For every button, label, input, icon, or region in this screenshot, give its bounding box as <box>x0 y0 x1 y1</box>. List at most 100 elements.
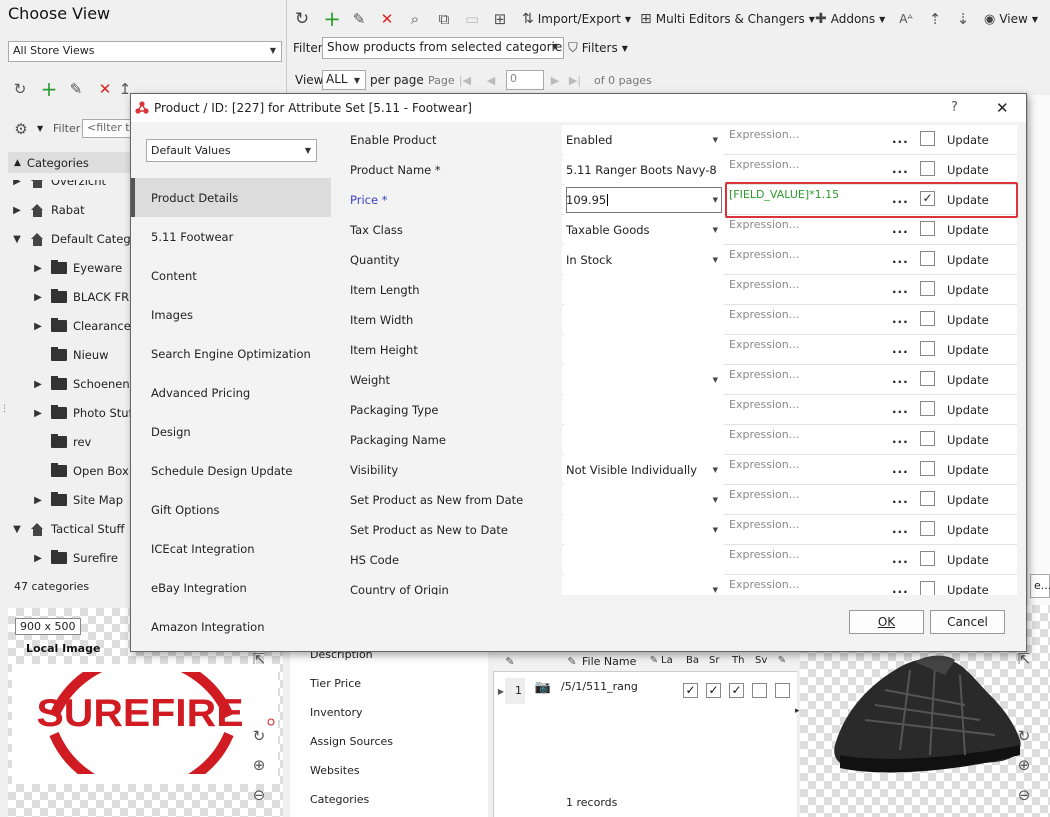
sort-az-icon[interactable]: Aᴬ <box>896 10 916 28</box>
product-filter-select[interactable]: Show products from selected categories ▼ <box>322 37 564 59</box>
image-role-checkbox[interactable]: ✓ <box>729 683 744 698</box>
image-role-header[interactable]: Ba <box>686 655 699 666</box>
expression-input[interactable]: Expression... <box>729 368 879 384</box>
next-page-icon[interactable]: ▶ <box>548 72 562 88</box>
store-view-select[interactable]: All Store Views ▼ <box>8 41 282 62</box>
attribute-value[interactable]: In Stock ▼ <box>564 245 724 275</box>
rotate-icon[interactable]: ↻ <box>1015 727 1033 745</box>
zoom-in-icon[interactable]: ⊕ <box>1015 756 1033 774</box>
expression-input[interactable]: Expression... <box>729 158 879 174</box>
expression-builder-button[interactable]: ... <box>892 252 909 266</box>
expression-input[interactable]: Expression... <box>729 428 879 444</box>
tree-item[interactable]: ▶ Overzicht <box>10 180 106 192</box>
prev-page-icon[interactable]: ◀ <box>484 72 498 88</box>
update-checkbox[interactable] <box>920 341 935 356</box>
nav-item[interactable]: Design <box>131 412 331 451</box>
expand-icon[interactable]: ▶ <box>10 180 24 187</box>
expand-icon[interactable]: ▶ <box>31 553 45 564</box>
tree-item[interactable]: ▶ Photo Stuff <box>31 402 132 424</box>
image-role-header[interactable]: La <box>661 655 673 666</box>
expression-builder-button[interactable]: ... <box>892 312 909 326</box>
chevron-down-icon[interactable]: ▼ <box>713 256 718 264</box>
add-icon[interactable]: + <box>40 79 58 99</box>
right-edge-button[interactable]: e... <box>1030 574 1050 598</box>
settings-icon[interactable]: ⚙ <box>12 120 30 138</box>
tree-item[interactable]: ▼ Tactical Stuff <box>10 518 124 540</box>
attribute-value[interactable] <box>564 305 724 335</box>
update-checkbox[interactable] <box>920 311 935 326</box>
expand-icon[interactable]: ▶ <box>10 205 24 216</box>
nav-item[interactable]: eBay Integration <box>131 568 331 607</box>
expand-icon[interactable]: ▶ <box>31 495 45 506</box>
chevron-down-icon[interactable]: ▼ <box>713 196 718 204</box>
edit-icon[interactable]: ✎ <box>349 10 369 28</box>
expression-builder-button[interactable]: ... <box>892 372 909 386</box>
delete-icon[interactable]: ✕ <box>377 10 397 28</box>
update-checkbox[interactable] <box>920 161 935 176</box>
attribute-value[interactable]: Taxable Goods ▼ <box>564 215 724 245</box>
tree-item[interactable]: ▶ Rabat <box>10 199 85 221</box>
attribute-value[interactable]: Enabled ▼ <box>564 125 724 155</box>
expression-input[interactable]: Expression... <box>729 308 879 324</box>
chevron-down-icon[interactable]: ▼ <box>713 466 718 474</box>
attribute-value[interactable] <box>564 395 724 425</box>
image-role-header[interactable]: Sr <box>709 655 719 666</box>
tree-item[interactable]: ▶ Site Map <box>31 489 123 511</box>
attribute-value[interactable]: ▼ <box>564 575 724 595</box>
collapse-icon[interactable]: ▼ <box>10 524 24 535</box>
first-page-icon[interactable]: |◀ <box>458 72 472 88</box>
update-checkbox[interactable] <box>920 581 935 595</box>
image-role-checkbox[interactable] <box>775 683 790 698</box>
last-page-icon[interactable]: ▶| <box>568 72 582 88</box>
expression-input[interactable]: Expression... <box>729 278 879 294</box>
expression-input[interactable]: Expression... <box>729 128 879 144</box>
import-export-menu[interactable]: ⇅ Import/Export ▼ <box>522 10 631 28</box>
open-external-icon[interactable]: ⇱ <box>1015 650 1033 668</box>
zoom-out-icon[interactable]: ⊖ <box>1015 786 1033 804</box>
filters-menu[interactable]: ⛉ Filters ▼ <box>568 39 628 57</box>
expression-input[interactable]: Expression... <box>729 218 879 234</box>
attribute-value[interactable]: ▼ <box>564 515 724 545</box>
expression-input[interactable]: Expression... <box>729 548 879 564</box>
zoom-out-icon[interactable]: ⊖ <box>250 786 268 804</box>
attribute-value[interactable]: ▼ <box>564 365 724 395</box>
chevron-down-icon[interactable]: ▼ <box>37 124 43 133</box>
tree-item[interactable]: ▶ Eyeware <box>31 257 122 279</box>
chevron-down-icon[interactable]: ▼ <box>713 226 718 234</box>
collapse-icon[interactable]: ▼ <box>10 234 24 245</box>
expression-builder-button[interactable]: ... <box>892 432 909 446</box>
store-view-values-select[interactable]: Default Values ▼ <box>146 139 317 162</box>
refresh-icon[interactable]: ↻ <box>292 10 312 28</box>
expression-builder-button[interactable]: ... <box>892 522 909 536</box>
tree-item[interactable]: ▶ BLACK FRID <box>31 286 132 308</box>
attribute-value[interactable]: Not Visible Individually ▼ <box>564 455 724 485</box>
nav-item[interactable]: Images <box>131 295 331 334</box>
cancel-button[interactable]: Cancel <box>930 610 1005 634</box>
update-checkbox[interactable] <box>920 491 935 506</box>
nav-item[interactable]: Amazon Integration <box>131 607 331 646</box>
expression-input[interactable]: Expression... <box>729 518 879 534</box>
tree-item[interactable]: ▼ Default Catego <box>10 228 132 250</box>
add-icon[interactable]: + <box>322 8 342 29</box>
image-role-checkbox[interactable]: ✓ <box>683 683 698 698</box>
expression-input[interactable]: Expression... <box>729 338 879 354</box>
tree-item[interactable]: Nieuw <box>31 344 109 366</box>
chevron-down-icon[interactable]: ▼ <box>713 526 718 534</box>
columns-icon[interactable]: ⊞ <box>490 10 510 28</box>
nav-item[interactable]: Advanced Pricing <box>131 373 331 412</box>
expression-builder-button[interactable]: ... <box>892 492 909 506</box>
nav-item[interactable]: Schedule Design Update <box>131 451 331 490</box>
ok-button[interactable]: OK <box>849 610 924 634</box>
tree-item[interactable]: rev <box>31 431 91 453</box>
edit-icon[interactable]: ✎ <box>67 80 85 98</box>
chevron-down-icon[interactable]: ▼ <box>713 496 718 504</box>
expression-builder-button[interactable]: ... <box>892 222 909 236</box>
rotate-icon[interactable]: ↻ <box>250 727 268 745</box>
attribute-value[interactable]: ▼ <box>564 485 724 515</box>
multi-editors-menu[interactable]: ⊞ Multi Editors & Changers ▼ <box>640 10 815 28</box>
expression-builder-button[interactable]: ... <box>892 342 909 356</box>
update-checkbox[interactable] <box>920 521 935 536</box>
copy-icon[interactable]: ⧉ <box>434 10 454 28</box>
update-checkbox[interactable] <box>920 221 935 236</box>
expression-input[interactable]: Expression... <box>729 488 879 504</box>
